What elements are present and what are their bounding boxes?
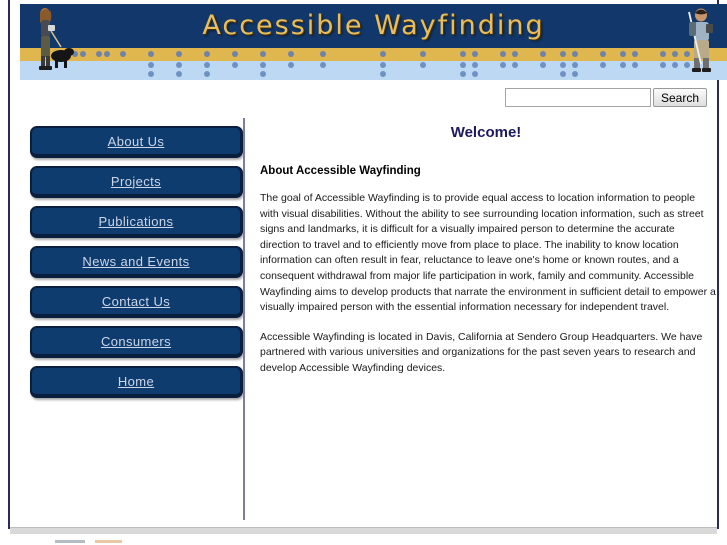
braille-dot bbox=[600, 51, 606, 57]
braille-dot bbox=[572, 51, 578, 57]
sidebar-item-label: Home bbox=[117, 373, 155, 389]
braille-dot bbox=[232, 51, 238, 57]
banner-title: Accessible Wayfinding bbox=[202, 10, 545, 41]
about-paragraph-2: Accessible Wayfinding is located in Davi… bbox=[260, 330, 703, 374]
braille-dot bbox=[660, 51, 666, 57]
search-button[interactable]: Search bbox=[652, 88, 707, 107]
braille-dot bbox=[204, 71, 210, 77]
braille-dot bbox=[176, 71, 182, 77]
braille-dot bbox=[540, 62, 546, 68]
content-area: About Us Projects Publications News and Eve… bbox=[20, 118, 727, 523]
braille-dot bbox=[380, 51, 386, 57]
braille-dot bbox=[632, 51, 638, 57]
braille-dot bbox=[560, 62, 566, 68]
search-input[interactable] bbox=[504, 88, 651, 107]
footer-bar bbox=[10, 527, 717, 534]
braille-dot bbox=[560, 51, 566, 57]
braille-dot bbox=[572, 71, 578, 77]
braille-dot bbox=[420, 62, 426, 68]
braille-dot bbox=[260, 71, 266, 77]
braille-dot bbox=[472, 71, 478, 77]
sidebar-item-home[interactable]: Home bbox=[30, 366, 243, 398]
braille-dot bbox=[176, 62, 182, 68]
braille-dot bbox=[380, 71, 386, 77]
about-paragraph-1: The goal of Accessible Wayfinding is to … bbox=[260, 192, 716, 314]
taskbar-remnant bbox=[0, 538, 727, 545]
sidebar-item-label: Publications bbox=[98, 213, 174, 229]
braille-dot bbox=[204, 51, 210, 57]
braille-dot bbox=[148, 62, 154, 68]
braille-dot bbox=[380, 62, 386, 68]
sidebar-navigation: About Us Projects Publications News and Eve… bbox=[30, 126, 243, 406]
braille-dot bbox=[320, 51, 326, 57]
braille-dot bbox=[540, 51, 546, 57]
taskbar-chip bbox=[55, 540, 85, 543]
page-title: Welcome! bbox=[450, 124, 522, 141]
braille-dot bbox=[620, 62, 626, 68]
braille-dot bbox=[420, 51, 426, 57]
braille-dot bbox=[288, 51, 294, 57]
main-content: Welcome! About Accessible Wayfinding The… bbox=[256, 118, 716, 377]
column-divider bbox=[243, 118, 245, 520]
sidebar-item-label: Contact Us bbox=[101, 293, 171, 309]
sidebar-item-about-us[interactable]: About Us bbox=[30, 126, 243, 158]
sidebar-item-label: News and Events bbox=[82, 253, 190, 269]
braille-dot bbox=[176, 51, 182, 57]
braille-dot bbox=[104, 51, 110, 57]
braille-dot bbox=[148, 71, 154, 77]
braille-dot bbox=[232, 62, 238, 68]
sidebar-item-label: Projects bbox=[110, 173, 162, 189]
braille-dot bbox=[600, 62, 606, 68]
braille-dot bbox=[148, 51, 154, 57]
sidebar-item-consumers[interactable]: Consumers bbox=[30, 326, 243, 358]
sidebar-item-label: About Us bbox=[107, 133, 165, 149]
braille-dot bbox=[512, 51, 518, 57]
sidebar-item-contact-us[interactable]: Contact Us bbox=[30, 286, 243, 318]
braille-dot bbox=[120, 51, 126, 57]
braille-dot bbox=[632, 62, 638, 68]
braille-dot bbox=[96, 51, 102, 57]
taskbar-chip bbox=[95, 540, 122, 543]
braille-dot bbox=[320, 62, 326, 68]
braille-dot bbox=[80, 51, 86, 57]
braille-dot bbox=[572, 62, 578, 68]
braille-dot bbox=[500, 62, 506, 68]
sidebar-item-news-and-events[interactable]: News and Events bbox=[30, 246, 243, 278]
page-frame: Accessible Wayfinding Search About Us Pro… bbox=[8, 0, 727, 529]
sidebar-item-label: Consumers bbox=[100, 333, 172, 349]
braille-dot bbox=[620, 51, 626, 57]
braille-dot bbox=[500, 51, 506, 57]
braille-dot bbox=[260, 62, 266, 68]
braille-dot bbox=[460, 71, 466, 77]
about-section-heading: About Accessible Wayfinding bbox=[260, 165, 421, 177]
braille-dot bbox=[560, 71, 566, 77]
braille-dot bbox=[460, 51, 466, 57]
braille-dot bbox=[460, 62, 466, 68]
search-form: Search bbox=[504, 88, 707, 107]
braille-dot bbox=[512, 62, 518, 68]
site-banner: Accessible Wayfinding bbox=[20, 4, 727, 80]
braille-dot bbox=[472, 62, 478, 68]
braille-dot bbox=[660, 62, 666, 68]
sidebar-item-projects[interactable]: Projects bbox=[30, 166, 243, 198]
sidebar-item-publications[interactable]: Publications bbox=[30, 206, 243, 238]
braille-dot bbox=[260, 51, 266, 57]
braille-dot bbox=[472, 51, 478, 57]
braille-dot bbox=[288, 62, 294, 68]
braille-dot bbox=[204, 62, 210, 68]
